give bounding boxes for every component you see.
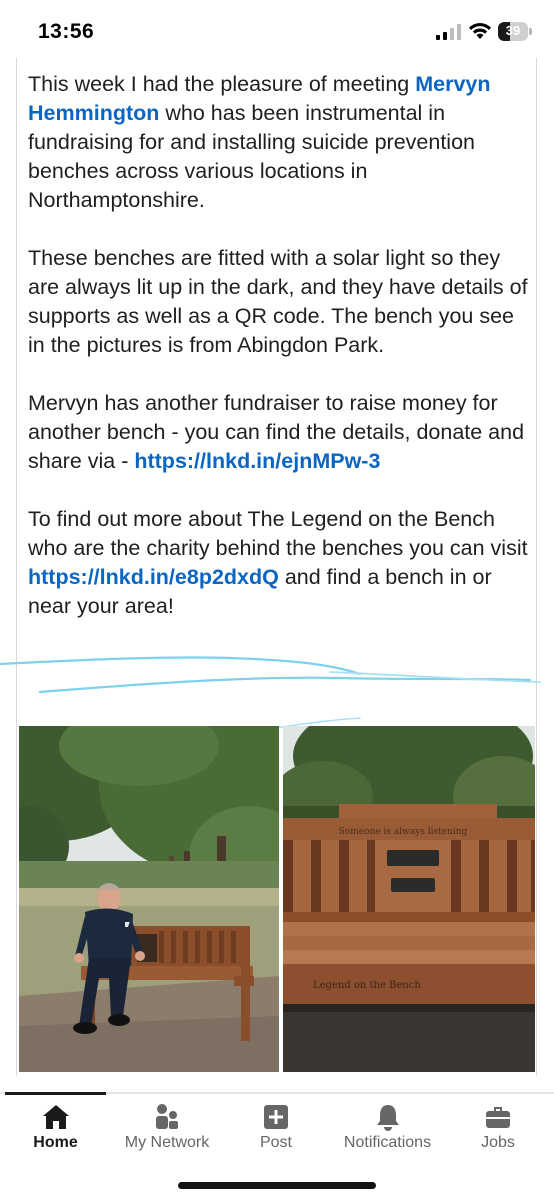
- nav-post[interactable]: Post: [236, 1096, 316, 1166]
- nav-notifications[interactable]: Notifications: [330, 1096, 445, 1166]
- nav-label-my-network: My Network: [124, 1134, 210, 1151]
- wifi-icon: [469, 22, 491, 39]
- home-indicator[interactable]: [178, 1182, 376, 1189]
- cellular-signal-icon: [436, 24, 461, 40]
- bench-closeup-photo: Someone is always listening Legend on th…: [283, 726, 535, 1072]
- post-image-man-on-bench[interactable]: [19, 726, 279, 1072]
- post-paragraph-3: Mervyn has another fundraiser to raise m…: [28, 389, 530, 476]
- post-body: This week I had the pleasure of meeting …: [28, 70, 530, 650]
- post-text-segment: To find out more about The Legend on the…: [28, 507, 528, 560]
- nav-jobs[interactable]: Jobs: [460, 1096, 536, 1166]
- post-text-segment: This week I had the pleasure of meeting: [28, 72, 416, 96]
- park-bench-photo: [19, 726, 279, 1072]
- bell-icon: [376, 1105, 399, 1131]
- people-icon: [156, 1104, 178, 1129]
- nav-label-jobs: Jobs: [481, 1134, 515, 1151]
- status-bar: 13:56 39: [0, 0, 554, 64]
- post-paragraph-2: These benches are fitted with a solar li…: [28, 246, 528, 357]
- nav-label-home: Home: [33, 1134, 78, 1151]
- post-image-bench-closeup[interactable]: Someone is always listening Legend on th…: [283, 726, 535, 1072]
- nav-home[interactable]: Home: [5, 1096, 106, 1166]
- status-time: 13:56: [38, 20, 95, 43]
- nav-my-network[interactable]: My Network: [111, 1096, 223, 1166]
- bench-carved-text: Legend on the Bench: [313, 980, 421, 991]
- fundraiser-link[interactable]: https://lnkd.in/ejnMPw-3: [134, 449, 380, 473]
- post-paragraph-1: This week I had the pleasure of meeting …: [28, 70, 530, 215]
- plus-square-icon: [264, 1105, 288, 1129]
- bench-plaque-inscription: Someone is always listening: [339, 827, 468, 837]
- bottom-navigation: Home My Network Post Notifications Jobs: [0, 1096, 554, 1166]
- battery-indicator: 39: [498, 22, 532, 41]
- charity-link[interactable]: https://lnkd.in/e8p2dxdQ: [28, 565, 279, 589]
- nav-label-post: Post: [259, 1134, 292, 1151]
- battery-percent: 39: [505, 23, 521, 38]
- nav-label-notifications: Notifications: [343, 1134, 432, 1151]
- post-paragraph-4: To find out more about The Legend on the…: [28, 505, 530, 621]
- home-icon: [42, 1105, 69, 1129]
- briefcase-icon: [486, 1107, 510, 1128]
- nav-active-indicator: [5, 1092, 106, 1095]
